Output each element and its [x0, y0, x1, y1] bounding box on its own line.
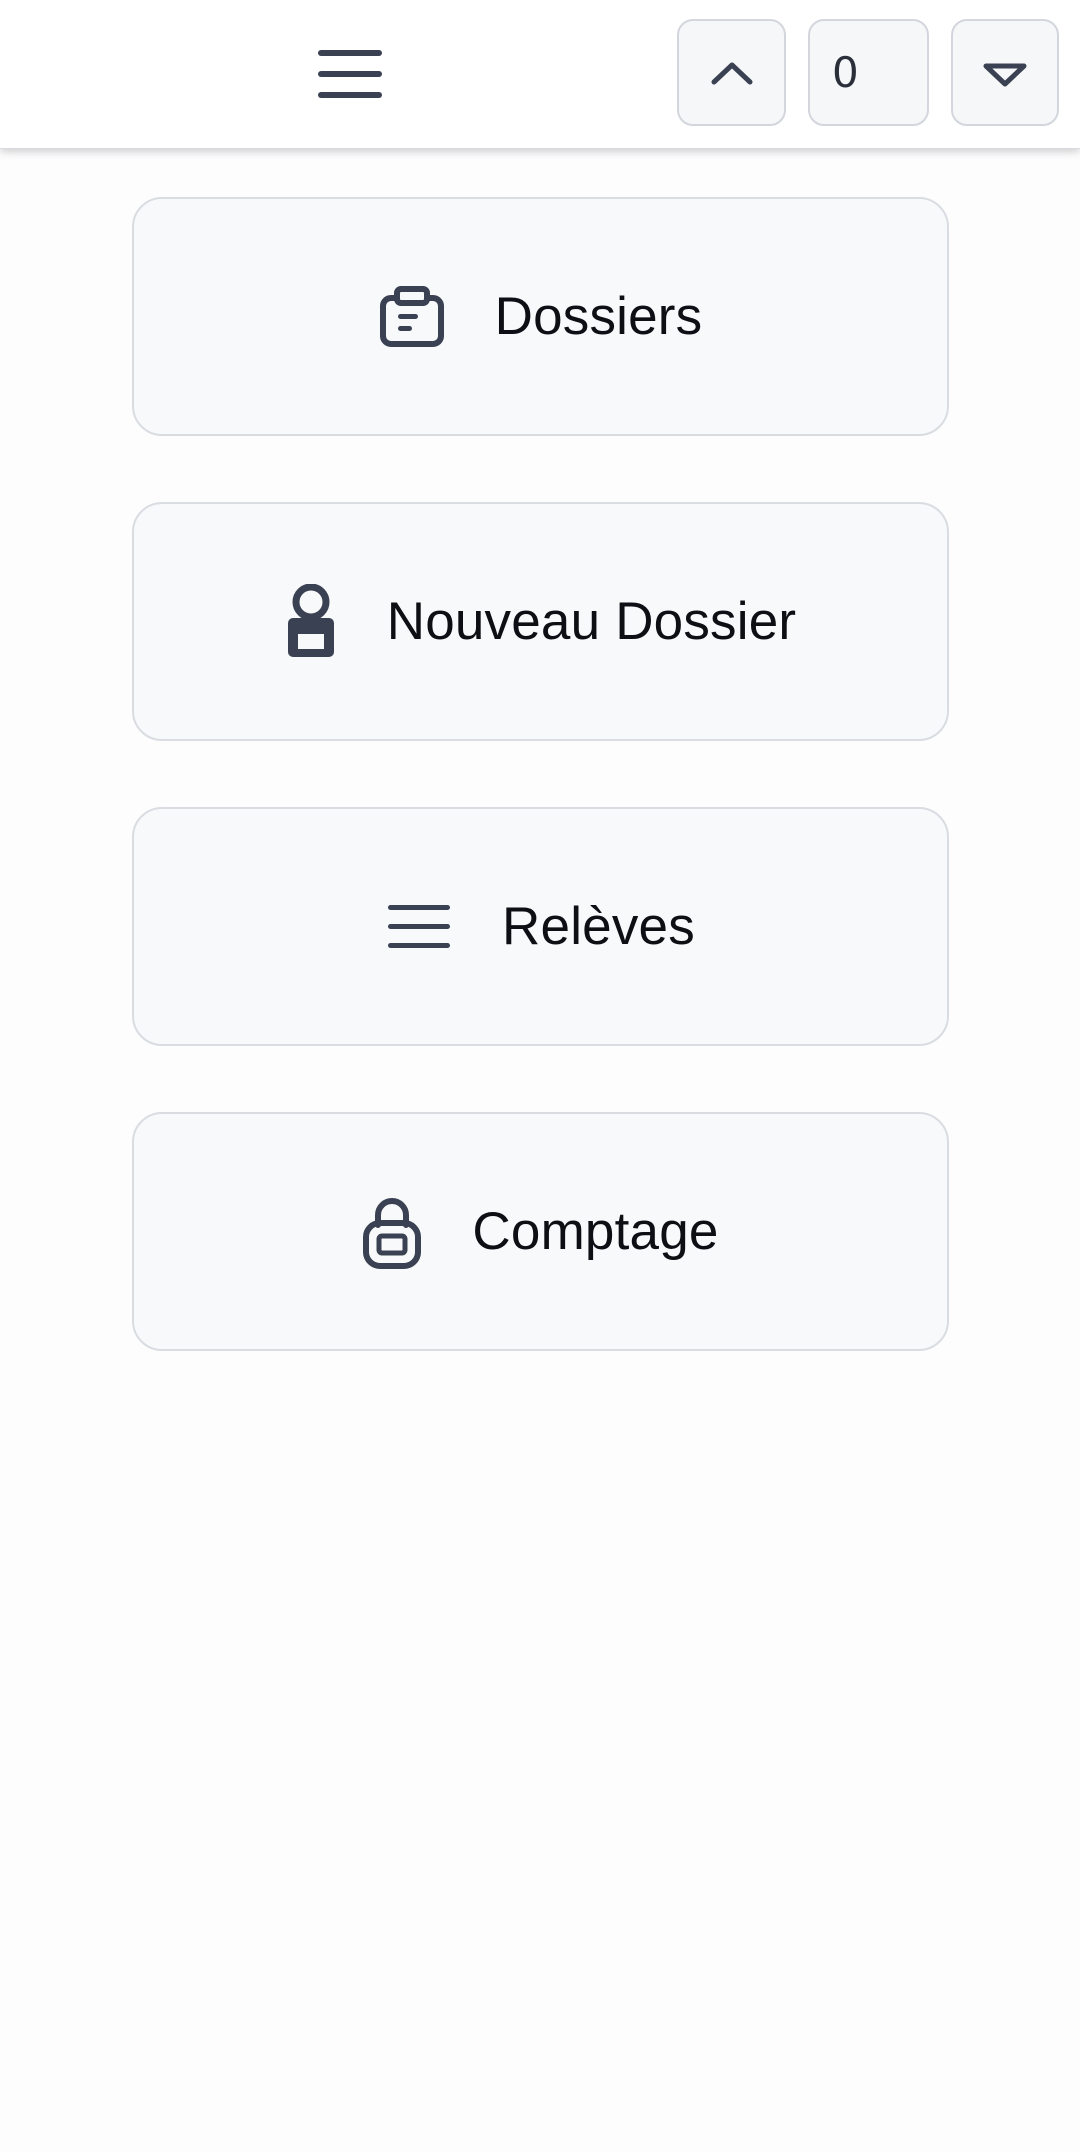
menu-item-label: Relèves: [502, 897, 695, 956]
hamburger-menu-icon: [318, 50, 382, 98]
clipboard-icon: [379, 285, 445, 348]
menu-button[interactable]: [300, 32, 400, 116]
padlock-icon: [362, 1195, 422, 1269]
menu-item-label: Dossiers: [494, 287, 703, 346]
top-bar: 0: [0, 0, 1080, 149]
person-badge-icon: [285, 583, 337, 660]
chevron-up-icon: [711, 62, 752, 84]
menu-item-dossiers[interactable]: Dossiers: [132, 197, 949, 436]
stepper-down-button[interactable]: [951, 19, 1059, 126]
list-lines-icon: [386, 902, 452, 952]
stepper-up-button[interactable]: [677, 19, 786, 126]
menu-item-nouveau-dossier[interactable]: Nouveau Dossier: [132, 502, 949, 741]
triangle-down-icon: [983, 63, 1027, 86]
menu-item-label: Comptage: [472, 1202, 719, 1261]
menu-item-comptage[interactable]: Comptage: [132, 1112, 949, 1351]
stepper-value: 0: [832, 48, 859, 97]
menu-item-releves[interactable]: Relèves: [132, 807, 949, 1046]
stepper-value-field[interactable]: 0: [808, 19, 929, 126]
menu-item-label: Nouveau Dossier: [386, 592, 797, 651]
